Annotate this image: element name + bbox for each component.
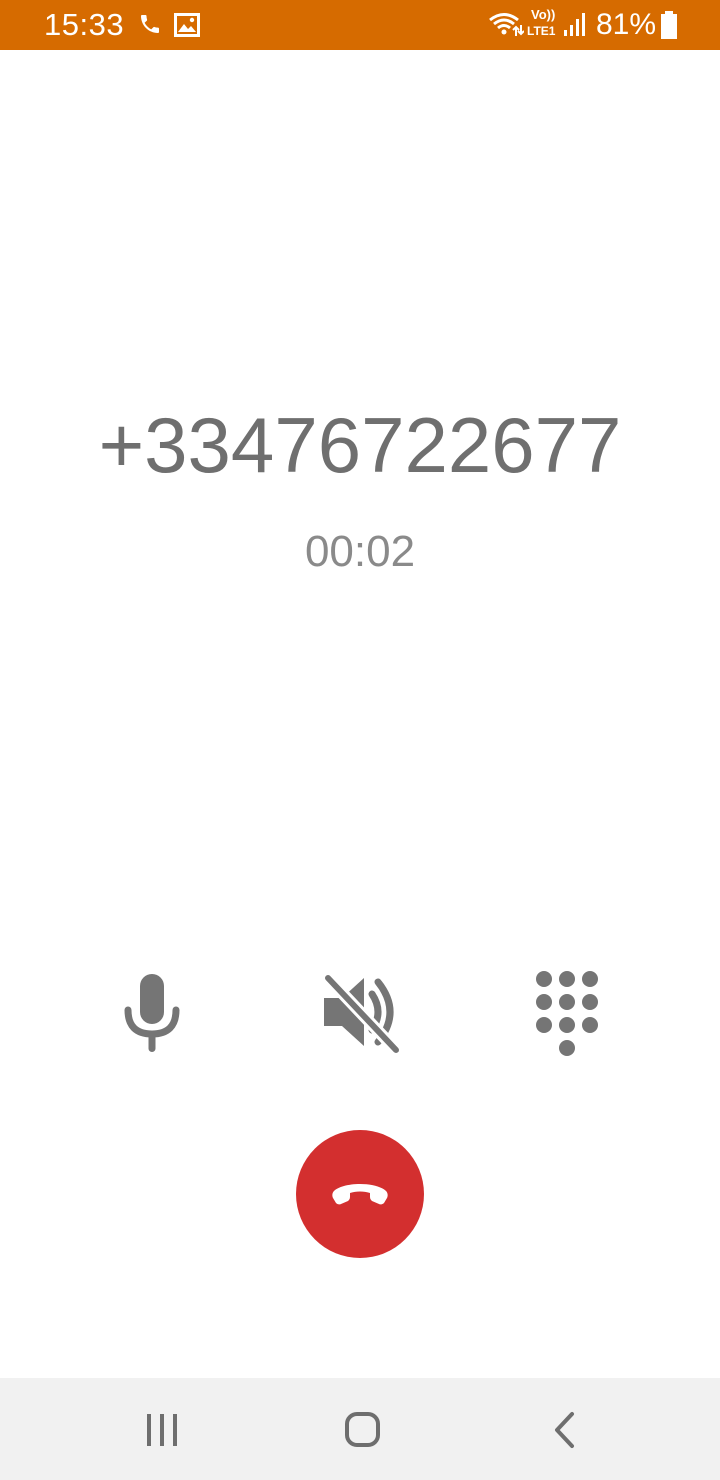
call-end-icon xyxy=(332,1184,388,1205)
speaker-button[interactable] xyxy=(312,964,408,1060)
image-icon xyxy=(174,13,200,37)
speaker-muted-icon xyxy=(322,972,402,1056)
recent-apps-button[interactable] xyxy=(122,1398,202,1458)
end-call-button[interactable] xyxy=(296,1130,424,1258)
volte-label: Vo)) xyxy=(531,7,556,22)
back-icon xyxy=(555,1412,574,1448)
wifi-icon xyxy=(488,11,525,39)
battery-percent: 81% xyxy=(596,8,657,41)
home-icon xyxy=(345,1412,380,1447)
microphone-icon xyxy=(124,974,180,1052)
navigation-bar xyxy=(0,1378,720,1480)
dialpad-icon xyxy=(536,971,598,1056)
mute-button[interactable] xyxy=(104,964,200,1060)
volte-indicator: Vo)) LTE1 xyxy=(527,8,563,42)
caller-number: +33476722677 xyxy=(98,401,622,489)
lte-label: LTE1 xyxy=(527,24,556,38)
call-duration: 00:02 xyxy=(304,527,416,576)
home-button[interactable] xyxy=(322,1398,402,1458)
status-bar: 15:33 Vo)) LTE1 81% xyxy=(0,0,720,50)
keypad-button[interactable] xyxy=(518,964,614,1060)
phone-call-icon xyxy=(138,12,162,36)
back-button[interactable] xyxy=(524,1398,604,1458)
status-time: 15:33 xyxy=(44,7,125,42)
signal-icon xyxy=(563,12,587,38)
in-call-screen: 15:33 Vo)) LTE1 81% +33476722677 00:02 xyxy=(0,0,720,1480)
battery-icon xyxy=(660,11,678,39)
recent-apps-icon xyxy=(147,1414,177,1446)
